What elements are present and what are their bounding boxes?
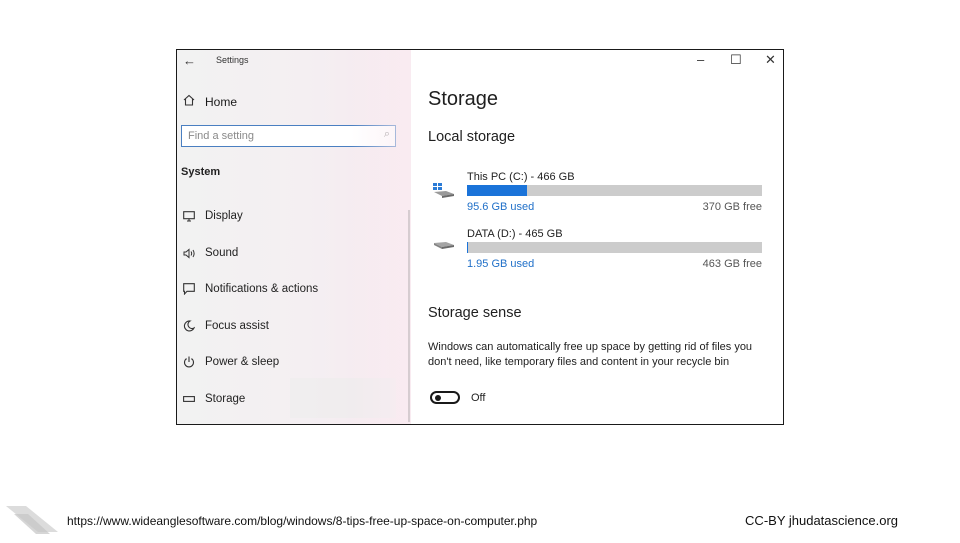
page-title: Storage	[428, 88, 499, 110]
section-heading-system: System	[181, 166, 221, 178]
moon-icon	[181, 320, 197, 332]
back-arrow-icon[interactable]: ←	[183, 53, 196, 68]
toggle-knob	[435, 395, 441, 401]
drive-c[interactable]: This PC (C:) - 466 GB 95.6 GB used 370 G…	[428, 171, 768, 221]
sidebar-scrollbar[interactable]	[408, 210, 410, 422]
sidebar-item-storage[interactable]: Storage	[181, 393, 245, 405]
maximize-button[interactable]: ☐	[730, 52, 742, 68]
sidebar-item-label: Display	[205, 210, 243, 222]
logo-icon	[4, 500, 60, 543]
notification-icon	[181, 283, 197, 295]
sidebar-item-label: Focus assist	[205, 320, 269, 332]
drive-usage-bar	[467, 242, 762, 253]
settings-sidebar: ← Settings Home ⌕ System Display Sound	[177, 50, 411, 424]
drive-d[interactable]: DATA (D:) - 465 GB 1.95 GB used 463 GB f…	[428, 228, 768, 278]
window-title: Settings	[216, 55, 249, 65]
storage-page: – ☐ ✕ Storage Local storage This PC (C:)…	[428, 50, 778, 424]
search-icon[interactable]: ⌕	[384, 128, 390, 141]
settings-window-screenshot: ← Settings Home ⌕ System Display Sound	[176, 49, 784, 425]
power-icon	[181, 356, 197, 368]
sidebar-item-power-sleep[interactable]: Power & sleep	[181, 356, 279, 368]
drive-usage-bar	[467, 185, 762, 196]
sidebar-item-label: Storage	[205, 393, 246, 405]
home-nav-item[interactable]: Home	[183, 94, 237, 109]
drive-usage-fill	[467, 242, 469, 253]
source-url[interactable]: https://www.wideanglesoftware.com/blog/w…	[67, 514, 537, 528]
speaker-icon	[181, 247, 197, 259]
sidebar-item-label: Power & sleep	[205, 356, 280, 368]
sidebar-item-notifications[interactable]: Notifications & actions	[181, 283, 318, 295]
minimize-button[interactable]: –	[697, 52, 704, 67]
drive-icon	[432, 238, 456, 257]
sidebar-item-sound[interactable]: Sound	[181, 247, 238, 259]
close-button[interactable]: ✕	[765, 52, 776, 68]
drive-name: DATA (D:) - 465 GB	[467, 228, 563, 240]
sidebar-item-label: Notifications & actions	[205, 283, 319, 295]
toggle-state-label: Off	[471, 392, 486, 404]
sidebar-item-label: Sound	[205, 247, 239, 259]
display-icon	[181, 210, 197, 222]
storage-icon	[181, 395, 197, 403]
drive-free: 463 GB free	[702, 258, 762, 270]
drive-free: 370 GB free	[702, 201, 762, 213]
drive-usage-fill	[467, 185, 528, 196]
drive-used: 1.95 GB used	[467, 258, 535, 270]
search-box[interactable]: ⌕	[181, 125, 396, 147]
home-label: Home	[205, 94, 238, 109]
storage-sense-heading: Storage sense	[428, 305, 522, 321]
storage-sense-toggle[interactable]	[430, 391, 460, 404]
local-storage-heading: Local storage	[428, 129, 516, 145]
selection-highlight	[290, 378, 396, 418]
home-icon	[183, 94, 195, 109]
sidebar-item-display[interactable]: Display	[181, 210, 243, 222]
search-input[interactable]	[182, 126, 374, 146]
license-credit: CC-BY jhudatascience.org	[745, 513, 898, 528]
drive-name: This PC (C:) - 466 GB	[467, 171, 575, 183]
sidebar-item-focus-assist[interactable]: Focus assist	[181, 320, 269, 332]
windows-drive-icon	[432, 181, 456, 204]
drive-used: 95.6 GB used	[467, 201, 535, 213]
storage-sense-description: Windows can automatically free up space …	[428, 341, 753, 368]
